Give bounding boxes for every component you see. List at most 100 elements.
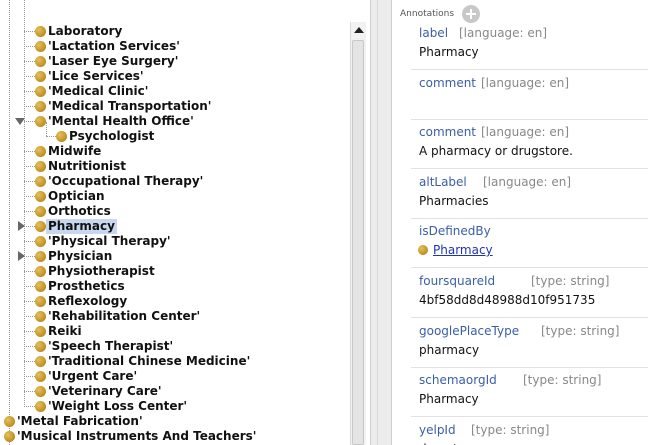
tree-item[interactable]: 'Traditional Chinese Medicine' [0, 354, 350, 369]
annotation-property[interactable]: altLabel [419, 175, 467, 189]
tree-item[interactable]: 'Urgent Care' [0, 369, 350, 384]
tree-connector [24, 256, 35, 257]
class-icon [35, 191, 46, 202]
annotation-meta: [language: en] [481, 76, 570, 90]
annotation-row[interactable]: schemaorgId [type: string] Pharmacy [411, 370, 648, 417]
tree-item[interactable]: 'Medical Transportation' [0, 99, 350, 114]
tree-item-label: Reiki [48, 324, 82, 338]
annotation-property[interactable]: label [419, 26, 448, 40]
annotation-meta: [language: en] [483, 175, 572, 189]
annotation-row[interactable]: foursquareId [type: string] 4bf58dd8d48988… [411, 271, 648, 318]
tree-item-label: 'Veterinary Care' [48, 384, 162, 398]
tree-item-label: Nutritionist [48, 159, 126, 173]
class-icon [56, 131, 67, 142]
scroll-up-button[interactable] [350, 22, 366, 38]
tree-item[interactable]: 'Mental Health Office' [0, 114, 350, 129]
class-icon [35, 356, 46, 367]
tree-item-label: 'Occupational Therapy' [48, 174, 204, 188]
tree-connector [24, 331, 35, 332]
tree-connector [24, 181, 35, 182]
annotations-panel: Annotations label [language: en] Pharmacy c… [392, 0, 648, 445]
annotation-property[interactable]: foursquareId [419, 274, 495, 288]
class-icon [35, 26, 46, 37]
tree-item[interactable]: Physiotherapist [0, 264, 350, 279]
tree-connector [24, 76, 35, 77]
annotation-property[interactable]: yelpId [419, 423, 456, 437]
splitter-line [377, 0, 378, 445]
tree-item[interactable]: 'Physical Therapy' [0, 234, 350, 249]
annotation-value: Pharmacies [419, 194, 489, 208]
class-icon [35, 86, 46, 97]
tree-connector [24, 361, 35, 362]
class-icon [35, 371, 46, 382]
class-icon [35, 251, 46, 262]
add-annotation-icon[interactable] [462, 5, 480, 23]
class-icon [35, 296, 46, 307]
annotation-property[interactable]: isDefinedBy [419, 224, 491, 238]
tree-connector [24, 121, 35, 122]
class-icon [35, 161, 46, 172]
annotation-meta: [language: en] [459, 26, 548, 40]
class-hierarchy-panel: Laboratory 'Lactation Services' 'Laser Eye… [0, 0, 370, 445]
tree-item[interactable]: 'Veterinary Care' [0, 384, 350, 399]
tree-item[interactable]: Optician [0, 189, 350, 204]
tree-item[interactable]: 'Medical Clinic' [0, 84, 350, 99]
annotation-row[interactable]: googlePlaceType [type: string] pharmacy [411, 321, 648, 368]
tree-item[interactable]: 'Metal Fabrication' [0, 414, 350, 429]
tree-item[interactable]: 'Laser Eye Surgery' [0, 54, 350, 69]
annotation-row[interactable]: yelpId[type: string]drugstores [411, 420, 648, 445]
tree-connector [24, 106, 35, 107]
tree-item[interactable]: Midwife [0, 144, 350, 159]
expand-arrow-icon[interactable] [18, 251, 25, 261]
annotations-header: Annotations [400, 9, 455, 19]
class-icon [35, 326, 46, 337]
annotation-row[interactable]: altLabel [language: en] Pharmacies [411, 172, 648, 219]
annotation-meta: [language: en] [481, 125, 570, 139]
tree-item[interactable]: Laboratory [0, 24, 350, 39]
annotation-value: pharmacy [419, 343, 480, 357]
tree-item-label: 'Speech Therapist' [48, 339, 174, 353]
panel-splitter[interactable] [370, 0, 392, 445]
scrollbar-thumb[interactable] [352, 40, 364, 445]
tree-item-label: 'Lice Services' [48, 69, 144, 83]
tree-item[interactable]: Reflexology [0, 294, 350, 309]
tree-connector [24, 391, 35, 392]
tree-item[interactable]: Prosthetics [0, 279, 350, 294]
collapse-arrow-icon[interactable] [15, 118, 25, 125]
tree-item-label: 'Urgent Care' [48, 369, 138, 383]
annotation-value: Pharmacy [419, 45, 479, 59]
tree-item[interactable]: 'Occupational Therapy' [0, 174, 350, 189]
tree-item[interactable]: 'Weight Loss Center' [0, 399, 350, 414]
arrow-up-icon [354, 27, 364, 33]
tree-item-label: 'Medical Clinic' [48, 84, 149, 98]
tree-item[interactable]: Reiki [0, 324, 350, 339]
annotation-property[interactable]: schemaorgId [419, 373, 497, 387]
tree-item[interactable]: Pharmacy [0, 219, 350, 234]
annotation-row[interactable]: comment [language: en] [411, 73, 648, 120]
tree-item[interactable]: Physician [0, 249, 350, 264]
tree-item[interactable]: Psychologist [0, 122, 350, 144]
tree-item[interactable]: 'Speech Therapist' [0, 339, 350, 354]
tree-item[interactable]: 'Lice Services' [0, 69, 350, 84]
tree-item[interactable]: Nutritionist [0, 159, 350, 174]
tree-item[interactable]: Orthotics [0, 204, 350, 219]
annotation-row[interactable]: isDefinedBy Pharmacy [411, 221, 648, 268]
tree-connector [24, 151, 35, 152]
tree-item[interactable]: 'Rehabilitation Center' [0, 309, 350, 324]
annotation-property[interactable]: googlePlaceType [419, 324, 519, 338]
expand-arrow-icon[interactable] [18, 221, 25, 231]
tree-item[interactable]: 'Musical Instruments And Teachers' [0, 429, 350, 444]
tree-connector [24, 346, 35, 347]
tree-connector [24, 241, 35, 242]
tree-connector [46, 136, 56, 137]
tree-item-label: 'Mental Health Office' [48, 114, 194, 128]
annotation-value-link[interactable]: Pharmacy [433, 243, 493, 257]
tree-item-label: Physician [48, 249, 113, 263]
tree-item[interactable]: 'Lactation Services' [0, 39, 350, 54]
annotation-property[interactable]: comment [419, 125, 476, 139]
annotation-row[interactable]: comment [language: en] A pharmacy or drugs… [411, 122, 648, 169]
annotation-property[interactable]: comment [419, 76, 476, 90]
annotation-row[interactable]: label [language: en] Pharmacy [411, 23, 648, 70]
tree-item-label: 'Laser Eye Surgery' [48, 54, 179, 68]
class-icon [35, 101, 46, 112]
